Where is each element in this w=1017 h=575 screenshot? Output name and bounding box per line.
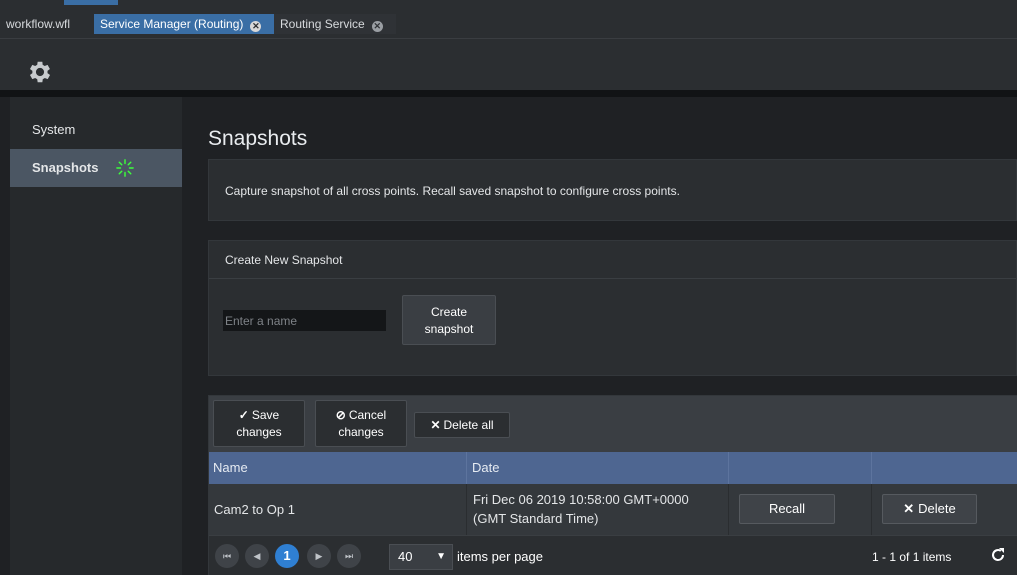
tab-bar: workflow.wfl Service Manager (Routing) ✕ …	[0, 0, 1017, 38]
column-header-date[interactable]: Date	[467, 452, 729, 484]
divider	[0, 90, 1017, 97]
tab-label: workflow.wfl	[6, 17, 71, 31]
description-text: Capture snapshot of all cross points. Re…	[225, 184, 680, 198]
button-label-line: changes	[236, 425, 282, 439]
date-line: Fri Dec 06 2019 10:58:00 GMT+0000	[473, 492, 689, 507]
grid-toolbar: ✓ Save changes ⊘ Cancel changes ✕ Delete al…	[209, 396, 1017, 452]
page-size-value: 40	[398, 549, 413, 564]
snapshots-grid: ✓ Save changes ⊘ Cancel changes ✕ Delete al…	[208, 395, 1017, 575]
sidebar-item-system[interactable]: System	[10, 111, 182, 149]
cell-name: Cam2 to Op 1	[209, 484, 467, 535]
column-header-name[interactable]: Name	[209, 452, 467, 484]
description-panel: Capture snapshot of all cross points. Re…	[208, 159, 1017, 221]
button-label-line: Create	[430, 305, 468, 319]
create-snapshot-header: Create New Snapshot	[209, 241, 1016, 279]
page-size-select[interactable]: 40 ▼	[389, 544, 453, 570]
next-page-icon[interactable]: ▶	[307, 544, 331, 568]
pager: ⏮ ◀ 1 ▶ ⏭ 40 ▼ items per page 1 - 1 of 1…	[209, 535, 1017, 575]
snapshot-name-input[interactable]	[223, 310, 386, 331]
close-icon: ✕	[430, 418, 441, 432]
gear-icon[interactable]	[26, 58, 54, 86]
items-per-page-label: items per page	[457, 549, 543, 564]
delete-button[interactable]: ✕ Delete	[882, 494, 977, 524]
grid-header: Name Date	[209, 452, 1017, 484]
chevron-down-icon: ▼	[436, 551, 446, 562]
checkmark-icon: ✓	[238, 408, 249, 422]
first-page-icon[interactable]: ⏮	[215, 544, 239, 568]
cancel-changes-button[interactable]: ⊘ Cancel changes	[315, 400, 407, 447]
column-header-delete	[872, 452, 1017, 484]
button-label: Delete	[918, 501, 956, 516]
sidebar-item-label: Snapshots	[32, 160, 99, 175]
tab-service-manager[interactable]: Service Manager (Routing) ✕	[94, 14, 274, 34]
main-content: Snapshots Capture snapshot of all cross …	[182, 97, 1017, 575]
create-snapshot-button[interactable]: Create snapshot	[402, 295, 496, 345]
recall-button[interactable]: Recall	[739, 494, 835, 524]
close-icon[interactable]: ✕	[371, 21, 383, 32]
delete-all-button[interactable]: ✕ Delete all	[414, 412, 510, 438]
button-label: Delete all	[443, 418, 494, 432]
tab-workflow[interactable]: workflow.wfl	[0, 14, 94, 34]
cell-delete: ✕ Delete	[872, 484, 1017, 535]
create-snapshot-panel: Create New Snapshot Create snapshot	[208, 240, 1017, 376]
tab-label: Routing Service	[280, 17, 365, 31]
page-title: Snapshots	[208, 127, 308, 150]
table-row[interactable]: Cam2 to Op 1 Fri Dec 06 2019 10:58:00 GM…	[209, 484, 1017, 535]
button-label-line: Save	[251, 408, 280, 422]
current-page-button[interactable]: 1	[275, 544, 299, 568]
close-icon[interactable]: ✕	[250, 21, 262, 32]
tab-bar-accent	[64, 0, 118, 5]
column-header-recall	[729, 452, 872, 484]
cell-recall: Recall	[729, 484, 872, 535]
button-label-line: changes	[338, 425, 384, 439]
toolbar	[0, 38, 1017, 90]
refresh-icon[interactable]	[990, 547, 1006, 563]
tab-routing-service[interactable]: Routing Service ✕	[274, 14, 396, 34]
cancel-icon: ⊘	[335, 408, 346, 422]
close-icon: ✕	[903, 501, 915, 516]
last-page-icon[interactable]: ⏭	[337, 544, 361, 568]
sidebar-item-snapshots[interactable]: Snapshots	[10, 149, 182, 187]
date-line: (GMT Standard Time)	[473, 511, 599, 526]
previous-page-icon[interactable]: ◀	[245, 544, 269, 568]
pager-info: 1 - 1 of 1 items	[872, 550, 952, 564]
button-label-line: Cancel	[348, 408, 387, 422]
loading-spinner-icon	[116, 159, 134, 177]
button-label-line: snapshot	[424, 322, 474, 336]
save-changes-button[interactable]: ✓ Save changes	[213, 400, 305, 447]
cell-date: Fri Dec 06 2019 10:58:00 GMT+0000 (GMT S…	[467, 484, 729, 535]
tab-label: Service Manager (Routing)	[100, 17, 244, 31]
sidebar: System Snapshots	[10, 97, 182, 575]
sidebar-item-label: System	[32, 122, 76, 137]
